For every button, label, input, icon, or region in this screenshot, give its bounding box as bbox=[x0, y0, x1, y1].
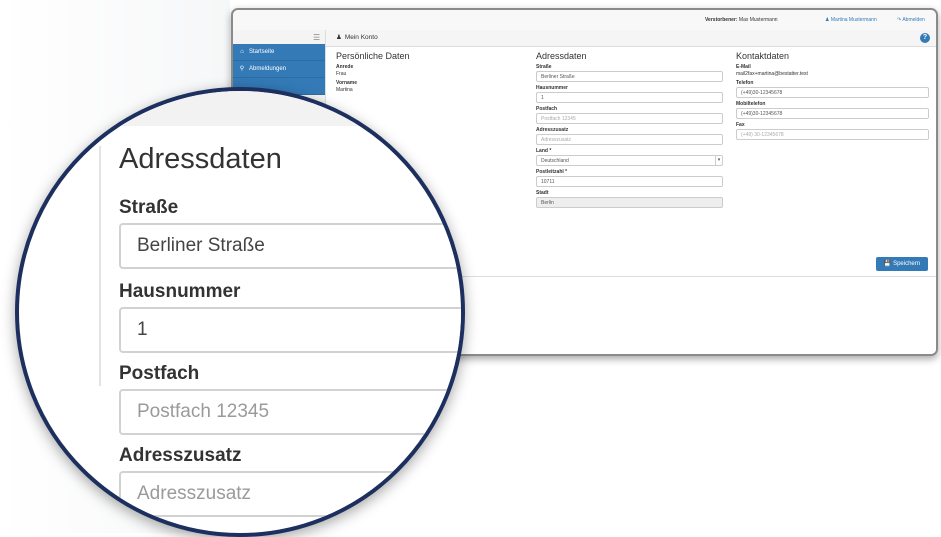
lens-header-strip bbox=[19, 91, 461, 126]
zoom-pobox-label: Postfach bbox=[119, 363, 200, 384]
country-label: Land * bbox=[536, 148, 552, 154]
street-label: Straße bbox=[536, 64, 552, 70]
help-icon[interactable]: ? bbox=[920, 33, 930, 43]
personal-column: Persönliche Daten Anrede Frau Vorname Ma… bbox=[336, 47, 516, 93]
top-navbar: Verstorbener: Max Mustermann ♟ Martina M… bbox=[233, 10, 936, 31]
home-icon: ⌂ bbox=[240, 49, 244, 55]
phone-input[interactable]: (+49)30-12345678 bbox=[736, 87, 929, 98]
mobile-label: Mobiltelefon bbox=[736, 101, 766, 107]
address-column: Adressdaten Straße Berliner Straße Hausn… bbox=[536, 47, 726, 208]
lens-column-divider bbox=[99, 146, 101, 386]
zoom-addition-input[interactable]: Adresszusatz bbox=[119, 471, 461, 517]
email-value: mail2fax+martina@bestatter.test bbox=[736, 71, 808, 77]
country-select[interactable]: Deutschland ▾ bbox=[536, 155, 723, 166]
personal-heading: Persönliche Daten bbox=[336, 51, 410, 61]
user-icon: ♟ bbox=[336, 34, 342, 41]
addition-label: Adresszusatz bbox=[536, 127, 569, 133]
zoom-street-label: Straße bbox=[119, 197, 179, 218]
sidebar-item-label: Abmeldungen bbox=[249, 66, 287, 72]
zoom-pobox-input[interactable]: Postfach 12345 bbox=[119, 389, 461, 435]
save-icon: 💾 bbox=[883, 261, 892, 267]
save-button[interactable]: 💾 Speichern bbox=[876, 257, 928, 271]
street-input[interactable]: Berliner Straße bbox=[536, 71, 723, 82]
search-icon: ⚲ bbox=[239, 66, 245, 72]
user-menu[interactable]: ♟ Martina Mustermann bbox=[825, 17, 877, 23]
user-name: Martina Mustermann bbox=[830, 17, 877, 23]
page-title: Mein Konto bbox=[344, 34, 378, 41]
zip-input[interactable]: 10711 bbox=[536, 176, 723, 187]
logout-link[interactable]: ↷ Abmelden bbox=[897, 17, 925, 23]
contact-heading: Kontaktdaten bbox=[736, 51, 790, 61]
zoom-house-number-label: Hausnummer bbox=[119, 281, 241, 302]
save-label: Speichern bbox=[893, 261, 921, 267]
sidebar-item-abmeldungen[interactable]: ⚲ Abmeldungen bbox=[233, 61, 325, 78]
magnifier-lens: Adressdaten Straße Berliner Straße Hausn… bbox=[15, 87, 465, 537]
city-label: Stadt bbox=[536, 190, 549, 196]
city-input: Berlin bbox=[536, 197, 723, 208]
pobox-input[interactable]: Postfach 12345 bbox=[536, 113, 723, 124]
sidebar-item-label: Startseite bbox=[249, 49, 275, 55]
firstname-label: Vorname bbox=[336, 80, 358, 86]
deceased-info: Verstorbener: Max Mustermann bbox=[705, 17, 778, 23]
zoom-address-heading: Adressdaten bbox=[119, 143, 282, 175]
logout-label: Abmelden bbox=[902, 17, 925, 23]
pobox-label: Postfach bbox=[536, 106, 558, 112]
email-label: E-Mail bbox=[736, 64, 751, 70]
zoom-street-input[interactable]: Berliner Straße bbox=[119, 223, 461, 269]
menu-toggle-icon[interactable]: ☰ bbox=[313, 33, 320, 42]
panel-header: ♟ Mein Konto ? bbox=[326, 30, 936, 47]
addition-input[interactable]: Adresszusatz bbox=[536, 134, 723, 145]
user-icon: ♟ bbox=[825, 17, 830, 23]
house-number-label: Hausnummer bbox=[536, 85, 568, 91]
zip-label: Postleitzahl * bbox=[536, 169, 568, 175]
logout-icon: ↷ bbox=[897, 17, 902, 23]
deceased-label: Verstorbener: bbox=[705, 17, 738, 23]
deceased-name: Max Mustermann bbox=[738, 17, 778, 23]
zoom-addition-label: Adresszusatz bbox=[119, 445, 242, 466]
sidebar-item-startseite[interactable]: ⌂ Startseite bbox=[233, 44, 325, 61]
fax-input[interactable]: (+49) 30-12345678 bbox=[736, 129, 929, 140]
mobile-input[interactable]: (+49)30-12345678 bbox=[736, 108, 929, 119]
fax-label: Fax bbox=[736, 122, 745, 128]
country-value: Deutschland bbox=[541, 158, 569, 164]
salutation-value: Frau bbox=[336, 71, 347, 77]
contact-column: Kontaktdaten E-Mail mail2fax+martina@bes… bbox=[736, 47, 931, 140]
zoom-house-number-input[interactable]: 1 bbox=[119, 307, 461, 353]
house-number-input[interactable]: 1 bbox=[536, 92, 723, 103]
chevron-down-icon: ▾ bbox=[715, 156, 722, 165]
address-heading: Adressdaten bbox=[536, 51, 587, 61]
salutation-label: Anrede bbox=[336, 64, 354, 70]
phone-label: Telefon bbox=[736, 80, 754, 86]
